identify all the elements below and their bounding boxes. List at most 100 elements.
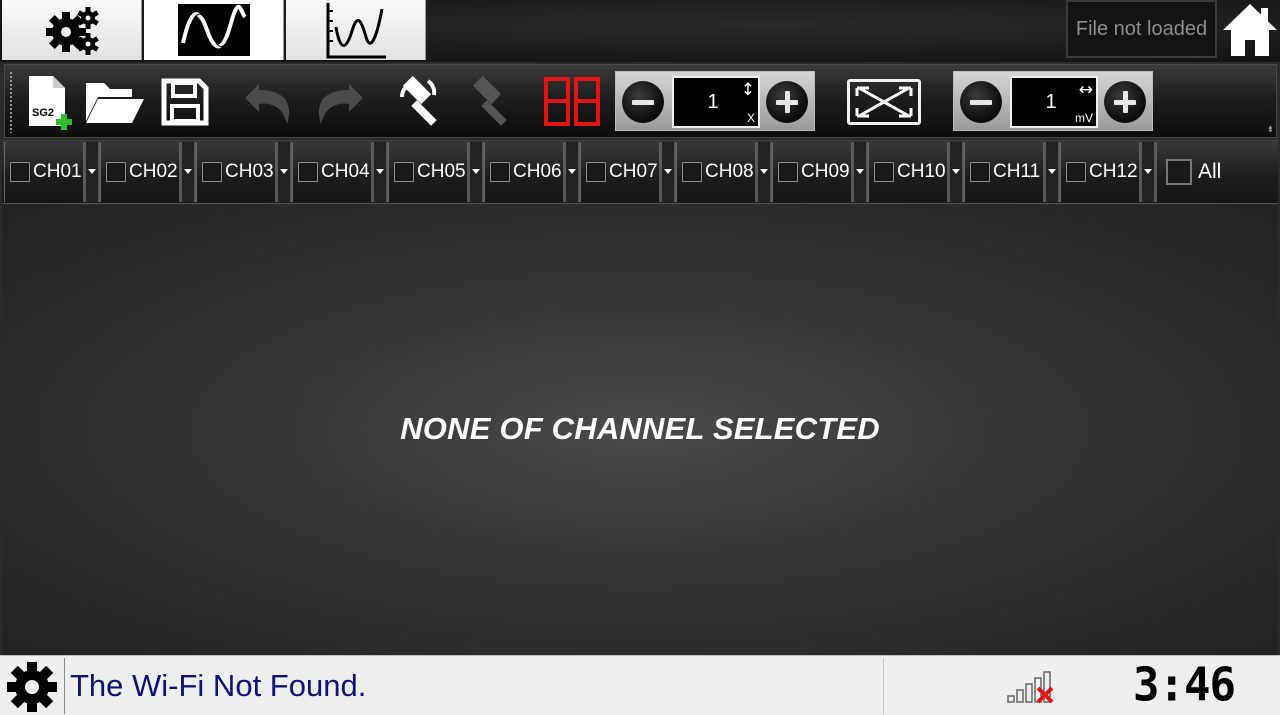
horizontal-scale-field[interactable]: 1 ↔ mV <box>1010 76 1098 128</box>
channel-dropdown-icon[interactable] <box>1139 142 1157 202</box>
vertical-scale-plus-button[interactable] <box>766 81 808 123</box>
seven-segment-display <box>541 69 603 135</box>
horizontal-scale-plus-button[interactable] <box>1104 81 1146 123</box>
channel-dropdown-icon[interactable] <box>947 142 965 202</box>
status-divider-2 <box>883 658 884 714</box>
channel-dropdown-icon[interactable] <box>467 142 485 202</box>
gears-icon <box>45 7 99 55</box>
tab-settings[interactable] <box>2 0 142 60</box>
channel-label: CH06 <box>513 161 562 182</box>
channel-label: CH07 <box>609 161 658 182</box>
vertical-arrow-icon: ↕ <box>740 80 755 100</box>
status-settings-button[interactable] <box>4 660 60 714</box>
channel-label: CH02 <box>129 161 178 182</box>
channel-label: CH12 <box>1089 161 1138 182</box>
channel-dropdown-icon[interactable] <box>755 142 773 202</box>
channel-checkbox[interactable] <box>682 162 702 182</box>
top-tab-bar: File not loaded <box>0 0 1280 62</box>
channel-dropdown-icon[interactable] <box>179 142 197 202</box>
channel-ch04: CH04 <box>292 142 389 202</box>
channel-checkbox[interactable] <box>1066 162 1086 182</box>
status-bar: The Wi-Fi Not Found. 3:46 PM <box>0 655 1280 715</box>
chart-icon <box>326 3 386 59</box>
channel-label: CH03 <box>225 161 274 182</box>
tab-waveform[interactable] <box>144 0 284 60</box>
channel-ch08: CH08 <box>676 142 773 202</box>
home-icon <box>1222 4 1277 56</box>
horizontal-scale-stepper: 1 ↔ mV <box>953 71 1153 131</box>
open-folder-button[interactable] <box>83 69 147 135</box>
channel-checkbox[interactable] <box>586 162 606 182</box>
vertical-scale-stepper: 1 ↕ X <box>615 71 815 131</box>
new-file-badge: SG2 <box>32 107 54 119</box>
channel-ch11: CH11 <box>964 142 1061 202</box>
channel-ch10: CH10 <box>868 142 965 202</box>
channel-dropdown-icon[interactable] <box>659 142 677 202</box>
all-channels-label: All <box>1198 160 1222 183</box>
channel-ch06: CH06 <box>484 142 581 202</box>
channel-dropdown-icon[interactable] <box>275 142 293 202</box>
open-folder-icon <box>86 83 144 123</box>
channel-ch07: CH07 <box>580 142 677 202</box>
horizontal-arrow-icon: ↔ <box>1078 80 1093 100</box>
channel-checkbox[interactable] <box>106 162 126 182</box>
toolbar-grip[interactable] <box>9 71 13 133</box>
channel-checkbox[interactable] <box>778 162 798 182</box>
home-button[interactable] <box>1219 0 1280 60</box>
undo-icon <box>245 84 290 124</box>
tab-graph[interactable] <box>286 0 426 60</box>
save-button[interactable] <box>159 69 211 135</box>
new-file-icon: SG2 <box>29 76 72 130</box>
fit-to-screen-button[interactable] <box>847 79 921 125</box>
plus-icon-vertical <box>784 91 790 113</box>
channel-checkbox[interactable] <box>298 162 318 182</box>
sine-wave-icon <box>177 4 250 56</box>
channel-ch02: CH02 <box>100 142 197 202</box>
gear-icon <box>7 662 57 712</box>
status-divider <box>64 658 65 714</box>
channel-label: CH05 <box>417 161 466 182</box>
channel-checkbox[interactable] <box>970 162 990 182</box>
channel-checkbox[interactable] <box>10 162 30 182</box>
channel-dropdown-icon[interactable] <box>1043 142 1061 202</box>
channel-ch05: CH05 <box>388 142 485 202</box>
channel-label: CH09 <box>801 161 850 182</box>
channel-ch03: CH03 <box>196 142 293 202</box>
toolbar-overflow-icon[interactable]: ⇟ <box>1266 126 1274 135</box>
channel-label: CH01 <box>33 161 82 182</box>
apply-hammer-button[interactable] <box>393 69 453 135</box>
redo-button[interactable] <box>309 69 369 135</box>
channel-dropdown-icon[interactable] <box>851 142 869 202</box>
hammer-button[interactable] <box>463 69 523 135</box>
channel-ch09: CH09 <box>772 142 869 202</box>
minus-icon <box>632 99 654 105</box>
hammer-icon <box>472 75 507 126</box>
channel-selector-bar: CH01 CH02 CH03 CH04 CH05 CH06 CH07 CH08 <box>2 140 1278 204</box>
vertical-scale-field[interactable]: 1 ↕ X <box>672 76 760 128</box>
channel-checkbox[interactable] <box>202 162 222 182</box>
channel-dropdown-icon[interactable] <box>563 142 581 202</box>
all-channels-checkbox[interactable] <box>1166 159 1192 185</box>
new-file-button[interactable]: SG2 <box>23 69 75 135</box>
horizontal-scale-minus-button[interactable] <box>960 81 1002 123</box>
channel-label: CH10 <box>897 161 946 182</box>
channel-checkbox[interactable] <box>490 162 510 182</box>
expand-arrows-icon <box>855 86 913 118</box>
undo-button[interactable] <box>239 69 299 135</box>
redo-icon <box>318 84 363 124</box>
channel-checkbox[interactable] <box>874 162 894 182</box>
clock: 3:46 PM <box>1133 658 1236 715</box>
vertical-scale-unit: X <box>746 111 755 125</box>
channel-all: All <box>1162 142 1272 202</box>
channel-label: CH08 <box>705 161 754 182</box>
save-icon <box>161 78 209 126</box>
channel-dropdown-icon[interactable] <box>83 142 101 202</box>
empty-state-message: NONE OF CHANNEL SELECTED <box>400 411 880 446</box>
plus-icon-2-vertical <box>1122 91 1128 113</box>
seven-segment-icon <box>544 77 600 126</box>
channel-ch01: CH01 <box>4 142 101 202</box>
channel-dropdown-icon[interactable] <box>371 142 389 202</box>
vertical-scale-minus-button[interactable] <box>622 81 664 123</box>
toolbar: SG2 1 ↕ X 1 ↔ mV ⇟ <box>4 64 1277 138</box>
channel-checkbox[interactable] <box>394 162 414 182</box>
